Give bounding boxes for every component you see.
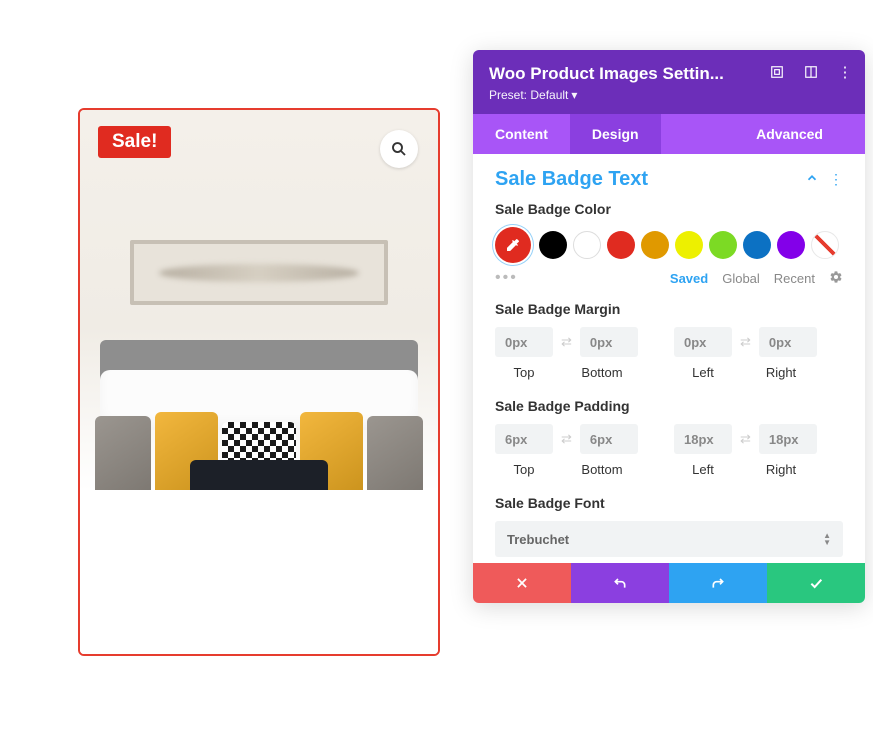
color-swatches bbox=[495, 227, 843, 263]
label-left: Left bbox=[674, 365, 732, 380]
tabs: Content Design Advanced bbox=[473, 114, 865, 154]
color-label: Sale Badge Color bbox=[495, 201, 843, 217]
section-title[interactable]: Sale Badge Text bbox=[495, 168, 648, 191]
padding-label: Sale Badge Padding bbox=[495, 398, 843, 414]
collapse-icon[interactable] bbox=[805, 171, 819, 188]
color-swatch[interactable] bbox=[539, 231, 567, 259]
tab-content[interactable]: Content bbox=[473, 114, 570, 154]
label-top: Top bbox=[495, 365, 553, 380]
link-icon[interactable]: ⇄ bbox=[559, 334, 574, 350]
caret-down-icon: ▾ bbox=[571, 88, 577, 102]
color-swatch[interactable] bbox=[573, 231, 601, 259]
redo-button[interactable] bbox=[669, 563, 767, 603]
panel-footer bbox=[473, 563, 865, 603]
padding-bottom-input[interactable] bbox=[580, 424, 638, 454]
preset-selector[interactable]: Preset: Default ▾ bbox=[489, 88, 577, 102]
font-label: Sale Badge Font bbox=[495, 495, 843, 511]
check-icon bbox=[808, 575, 824, 591]
panel-header: Woo Product Images Settin... Preset: Def… bbox=[473, 50, 865, 114]
undo-button[interactable] bbox=[571, 563, 669, 603]
margin-top-input[interactable] bbox=[495, 327, 553, 357]
redo-icon bbox=[710, 575, 726, 591]
expand-icon[interactable] bbox=[769, 64, 785, 80]
margin-left-input[interactable] bbox=[674, 327, 732, 357]
zoom-button[interactable] bbox=[380, 130, 418, 168]
label-left: Left bbox=[674, 462, 732, 477]
close-button[interactable] bbox=[473, 563, 571, 603]
label-right: Right bbox=[752, 462, 810, 477]
color-swatch[interactable] bbox=[777, 231, 805, 259]
color-swatch[interactable] bbox=[641, 231, 669, 259]
columns-icon[interactable] bbox=[803, 64, 819, 80]
palette-recent[interactable]: Recent bbox=[774, 271, 815, 286]
palette-saved[interactable]: Saved bbox=[670, 271, 708, 286]
select-arrows-icon: ▲▼ bbox=[823, 532, 831, 546]
color-swatch[interactable] bbox=[607, 231, 635, 259]
margin-label: Sale Badge Margin bbox=[495, 301, 843, 317]
label-right: Right bbox=[752, 365, 810, 380]
margin-right-input[interactable] bbox=[759, 327, 817, 357]
link-icon[interactable]: ⇄ bbox=[738, 334, 753, 350]
color-swatch[interactable] bbox=[675, 231, 703, 259]
sale-badge: Sale! bbox=[98, 126, 171, 158]
magnify-icon bbox=[390, 140, 408, 158]
tab-design[interactable]: Design bbox=[570, 114, 661, 154]
product-preview: Sale! bbox=[78, 108, 440, 656]
eyedropper-icon bbox=[505, 237, 521, 253]
settings-panel: Woo Product Images Settin... Preset: Def… bbox=[473, 50, 865, 603]
color-swatch[interactable] bbox=[709, 231, 737, 259]
margin-bottom-input[interactable] bbox=[580, 327, 638, 357]
font-select[interactable]: Trebuchet ▲▼ bbox=[495, 521, 843, 557]
undo-icon bbox=[612, 575, 628, 591]
link-icon[interactable]: ⇄ bbox=[559, 431, 574, 447]
padding-left-input[interactable] bbox=[674, 424, 732, 454]
label-bottom: Bottom bbox=[573, 365, 631, 380]
label-bottom: Bottom bbox=[573, 462, 631, 477]
font-value: Trebuchet bbox=[507, 532, 569, 547]
palette-global[interactable]: Global bbox=[722, 271, 760, 286]
padding-top-input[interactable] bbox=[495, 424, 553, 454]
link-icon[interactable]: ⇄ bbox=[738, 431, 753, 447]
label-top: Top bbox=[495, 462, 553, 477]
gear-icon[interactable] bbox=[829, 270, 843, 287]
padding-right-input[interactable] bbox=[759, 424, 817, 454]
color-swatch[interactable] bbox=[811, 231, 839, 259]
kebab-menu-icon[interactable]: ⋮ bbox=[837, 64, 853, 80]
decor-bed bbox=[80, 490, 438, 654]
product-image bbox=[80, 110, 438, 654]
decor-frame bbox=[130, 240, 388, 305]
confirm-button[interactable] bbox=[767, 563, 865, 603]
tab-advanced[interactable]: Advanced bbox=[734, 114, 845, 154]
section-menu-icon[interactable]: ⋮ bbox=[829, 171, 843, 188]
eyedropper-button[interactable] bbox=[495, 227, 531, 263]
color-swatch[interactable] bbox=[743, 231, 771, 259]
close-icon bbox=[515, 576, 529, 590]
more-colors-icon[interactable]: ••• bbox=[495, 269, 518, 287]
